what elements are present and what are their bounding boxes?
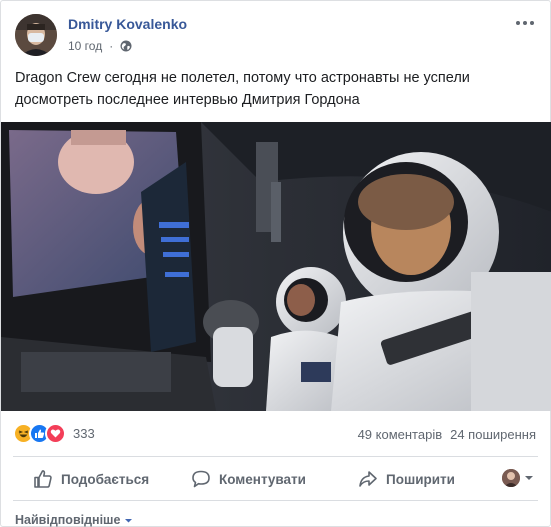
- reactions-count: 333: [73, 426, 95, 441]
- reactions-summary[interactable]: 333: [13, 423, 95, 444]
- divider: [13, 500, 538, 501]
- action-bar: Подобається Коментувати Поширити: [13, 458, 538, 500]
- share-button[interactable]: Поширити: [358, 469, 455, 489]
- author-avatar[interactable]: [15, 14, 57, 56]
- comments-count-link[interactable]: 49 коментарів: [358, 427, 443, 442]
- thumbs-up-icon: [34, 470, 52, 488]
- post-meta: 10 год ·: [68, 39, 132, 53]
- caret-down-icon: [125, 518, 133, 522]
- share-icon: [359, 471, 377, 487]
- chevron-down-icon: [525, 476, 533, 480]
- comment-sort-label: Найвідповідніше: [15, 513, 121, 527]
- post-card: Dmitry Kovalenko 10 год · Dragon Crew се…: [0, 0, 551, 527]
- share-label: Поширити: [386, 471, 455, 487]
- post-photo[interactable]: [1, 122, 551, 411]
- user-avatar-small: [502, 469, 520, 487]
- post-time[interactable]: 10 год: [68, 39, 102, 53]
- comment-sort-dropdown[interactable]: Найвідповідніше: [15, 513, 133, 527]
- comment-icon: [192, 470, 210, 488]
- globe-icon[interactable]: [120, 40, 132, 52]
- like-button[interactable]: Подобається: [33, 469, 149, 489]
- comment-button[interactable]: Коментувати: [191, 469, 306, 489]
- post-text: Dragon Crew сегодня не полетел, потому ч…: [15, 70, 470, 108]
- more-options-icon[interactable]: [514, 15, 536, 31]
- shares-count-link[interactable]: 24 поширення: [450, 427, 536, 442]
- reaction-identity-selector[interactable]: [502, 469, 534, 487]
- author-name[interactable]: Dmitry Kovalenko: [68, 16, 187, 32]
- like-label: Подобається: [61, 471, 150, 487]
- divider: [13, 456, 538, 457]
- meta-separator: ·: [109, 39, 114, 53]
- love-icon: [45, 423, 66, 444]
- comment-label: Коментувати: [219, 471, 306, 487]
- post-stats: 49 коментарів 24 поширення: [358, 427, 536, 442]
